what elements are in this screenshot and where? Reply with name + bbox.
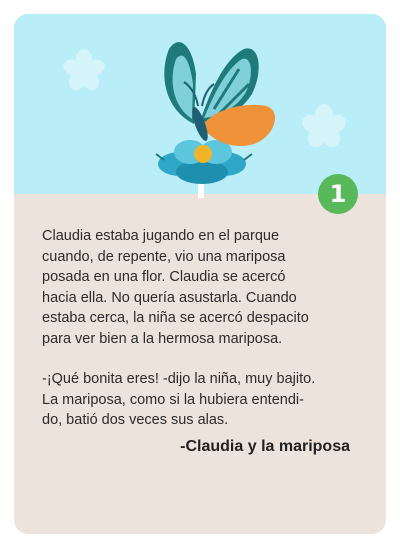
butterfly-body [164,42,276,146]
flower-illustration [155,140,253,184]
story-title-signature: -Claudia y la mariposa [180,438,350,455]
story-line: cuando, de repente, vio una mariposa [42,248,286,265]
dialogue-line: -¡Qué bonita eres! -dijo la niña, muy ba… [42,371,316,387]
story-line: estaba cerca, la niña se acercó despacit… [42,310,309,326]
story-text: Claudia estaba jugando en el parque cuan… [42,226,358,431]
story-line: hacia ella. No quería asustarla. Cuando [42,289,297,306]
dialogue-line: La mariposa, como si la hubiera entendi- [42,391,304,408]
story-line: posada en una flor. Claudia se acercó [42,269,286,285]
story-card: 1 Claudia estaba jugando en el parque cu… [14,14,386,534]
page-number-badge: 1 [318,174,358,214]
story-line: para ver bien a la hermosa mariposa. [42,330,283,347]
dialogue-line: do, batió dos veces sus alas. [42,412,229,428]
story-line: Claudia estaba jugando en el parque [42,228,280,244]
